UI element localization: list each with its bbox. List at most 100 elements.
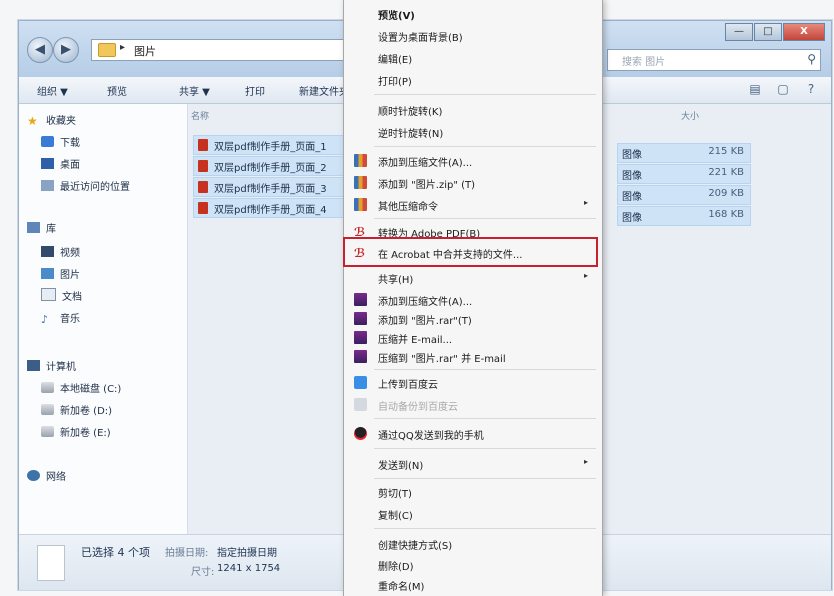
nav-favorites[interactable]: ★ 收藏夹 bbox=[27, 112, 76, 128]
preview-button[interactable]: 预览 bbox=[107, 83, 127, 98]
winrar-icon bbox=[354, 350, 367, 363]
picture-icon bbox=[41, 268, 54, 279]
file-row-details[interactable]: 图像 168 KB bbox=[617, 206, 751, 226]
archive-icon bbox=[354, 198, 367, 211]
window-controls: — □ X bbox=[724, 23, 825, 41]
nav-videos[interactable]: 视频 bbox=[41, 244, 80, 259]
menu-upload-cloud[interactable]: 上传到百度云 bbox=[344, 373, 600, 393]
winrar-icon bbox=[354, 312, 367, 325]
nav-network[interactable]: 网络 bbox=[27, 468, 66, 483]
winrar-icon bbox=[354, 293, 367, 306]
file-row[interactable]: 双层pdf制作手册_页面_2 bbox=[193, 156, 355, 176]
column-header-name[interactable]: 名称 bbox=[191, 109, 209, 122]
file-thumbnail bbox=[37, 545, 65, 581]
menu-separator bbox=[374, 478, 596, 479]
file-row-details[interactable]: 图像 209 KB bbox=[617, 185, 751, 205]
menu-cut[interactable]: 剪切(T) bbox=[344, 482, 600, 502]
menu-rar-add-archive[interactable]: 添加到压缩文件(A)... bbox=[344, 290, 600, 310]
help-icon[interactable]: ? bbox=[803, 81, 819, 97]
nav-downloads[interactable]: 下载 bbox=[41, 134, 80, 149]
search-input[interactable]: 搜索 图片 ⚲ bbox=[607, 49, 821, 71]
file-row[interactable]: 双层pdf制作手册_页面_3 bbox=[193, 177, 355, 197]
back-button[interactable]: ◀ bbox=[27, 37, 53, 63]
view-options-icon[interactable]: ▤ bbox=[747, 81, 763, 97]
file-row[interactable]: 双层pdf制作手册_页面_4 bbox=[193, 198, 355, 218]
column-header-size[interactable]: 大小 bbox=[681, 109, 699, 122]
search-placeholder: 搜索 图片 bbox=[622, 57, 666, 68]
search-icon[interactable]: ⚲ bbox=[807, 52, 816, 66]
menu-send-to[interactable]: 发送到(N) ▸ bbox=[344, 454, 600, 474]
menu-set-wallpaper[interactable]: 设置为桌面背景(B) bbox=[344, 26, 600, 46]
menu-rename[interactable]: 重命名(M) bbox=[344, 575, 600, 595]
nav-music[interactable]: ♪ 音乐 bbox=[41, 310, 80, 326]
file-row-details[interactable]: 图像 215 KB bbox=[617, 143, 751, 163]
archive-icon bbox=[354, 154, 367, 167]
video-icon bbox=[41, 246, 54, 257]
nav-drive-e[interactable]: 新加卷 (E:) bbox=[41, 424, 111, 439]
nav-desktop[interactable]: 桌面 bbox=[41, 156, 80, 171]
drive-icon bbox=[41, 382, 54, 393]
navigation-pane: ★ 收藏夹 下载 桌面 最近访问的位置 库 视频 图片 文档 ♪ 音乐 计算机 本地… bbox=[19, 104, 188, 534]
view-controls: ▤ ▢ ? bbox=[735, 81, 819, 97]
nav-computer[interactable]: 计算机 bbox=[27, 358, 76, 373]
nav-documents[interactable]: 文档 bbox=[41, 288, 82, 303]
preview-pane-icon[interactable]: ▢ bbox=[775, 81, 791, 97]
menu-rar-email2[interactable]: 压缩到 "图片.rar" 并 E-mail bbox=[344, 347, 600, 367]
menu-share[interactable]: 共享(H) ▸ bbox=[344, 268, 600, 288]
document-icon bbox=[41, 288, 56, 301]
menu-create-shortcut[interactable]: 创建快捷方式(S) bbox=[344, 534, 600, 554]
submenu-arrow-icon: ▸ bbox=[583, 457, 588, 466]
menu-rotate-cw[interactable]: 顺时针旋转(K) bbox=[344, 100, 600, 120]
menu-separator bbox=[374, 528, 596, 529]
selection-count: 已选择 4 个项 bbox=[81, 546, 150, 559]
nav-drive-c[interactable]: 本地磁盘 (C:) bbox=[41, 380, 121, 395]
file-row-details[interactable]: 图像 221 KB bbox=[617, 164, 751, 184]
nav-recent[interactable]: 最近访问的位置 bbox=[41, 178, 130, 193]
computer-icon bbox=[27, 360, 40, 371]
download-icon bbox=[41, 136, 54, 147]
menu-auto-backup[interactable]: 自动备份到百度云 bbox=[344, 395, 600, 415]
menu-rotate-ccw[interactable]: 逆时针旋转(N) bbox=[344, 122, 600, 142]
close-button[interactable]: X bbox=[783, 23, 825, 41]
network-icon bbox=[27, 470, 40, 481]
winrar-icon bbox=[354, 331, 367, 344]
menu-edit[interactable]: 编辑(E) bbox=[344, 48, 600, 68]
drive-icon bbox=[41, 404, 54, 415]
menu-qq-send[interactable]: 通过QQ发送到我的手机 bbox=[344, 424, 600, 444]
maximize-button[interactable]: □ bbox=[754, 23, 782, 41]
breadcrumb[interactable]: 图片 bbox=[134, 43, 156, 59]
new-folder-button[interactable]: 新建文件夹 bbox=[299, 83, 349, 98]
nav-libraries[interactable]: 库 bbox=[27, 220, 56, 235]
menu-add-archive[interactable]: 添加到压缩文件(A)... bbox=[344, 151, 600, 171]
file-row[interactable]: 双层pdf制作手册_页面_1 bbox=[193, 135, 355, 155]
menu-preview[interactable]: 预览(V) bbox=[344, 4, 600, 24]
share-button[interactable]: 共享 ▼ bbox=[179, 83, 210, 98]
pdf-icon bbox=[198, 139, 208, 151]
menu-separator bbox=[374, 94, 596, 95]
forward-button[interactable]: ▶ bbox=[53, 37, 79, 63]
nav-pictures[interactable]: 图片 bbox=[41, 266, 80, 281]
minimize-button[interactable]: — bbox=[725, 23, 753, 41]
organize-button[interactable]: 组织 ▼ bbox=[37, 83, 68, 98]
context-menu: 预览(V) 设置为桌面背景(B) 编辑(E) 打印(P) 顺时针旋转(K) 逆时… bbox=[343, 0, 603, 596]
pdf-icon bbox=[198, 202, 208, 214]
menu-separator bbox=[374, 146, 596, 147]
dimensions-value: 1241 x 1754 bbox=[217, 563, 281, 574]
menu-print[interactable]: 打印(P) bbox=[344, 70, 600, 90]
menu-delete[interactable]: 删除(D) bbox=[344, 555, 600, 575]
folder-icon bbox=[98, 43, 116, 57]
qq-icon bbox=[354, 427, 367, 440]
pdf-icon bbox=[198, 181, 208, 193]
nav-drive-d[interactable]: 新加卷 (D:) bbox=[41, 402, 112, 417]
menu-rar-add[interactable]: 添加到 "图片.rar"(T) bbox=[344, 309, 600, 329]
menu-copy[interactable]: 复制(C) bbox=[344, 504, 600, 524]
submenu-arrow-icon: ▸ bbox=[583, 198, 588, 207]
address-bar[interactable]: ▸ 图片 bbox=[91, 39, 353, 61]
menu-add-zip[interactable]: 添加到 "图片.zip" (T) bbox=[344, 173, 600, 193]
menu-other-compress[interactable]: 其他压缩命令 ▸ bbox=[344, 195, 600, 215]
menu-separator bbox=[374, 418, 596, 419]
menu-separator bbox=[374, 218, 596, 219]
date-taken-value[interactable]: 指定拍摄日期 bbox=[217, 544, 277, 559]
menu-rar-email[interactable]: 压缩并 E-mail... bbox=[344, 328, 600, 348]
print-button[interactable]: 打印 bbox=[245, 83, 265, 98]
